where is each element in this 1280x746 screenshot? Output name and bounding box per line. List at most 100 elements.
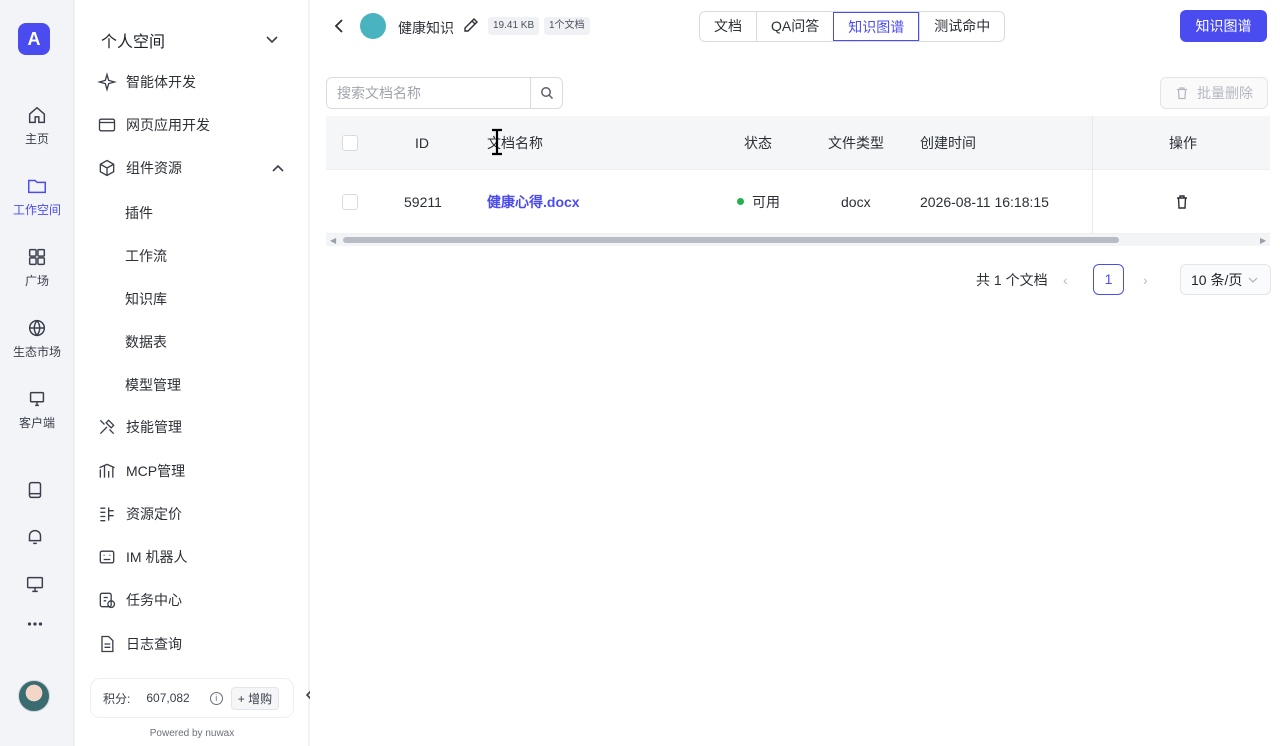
app-logo[interactable]: A (18, 23, 50, 55)
sidebar-item-im-bot[interactable]: IM 机器人 (97, 545, 187, 569)
size-tag: 19.41 KB (488, 17, 540, 35)
book-icon[interactable] (24, 479, 46, 501)
rail-item-label: 生态市场 (12, 345, 61, 359)
back-icon[interactable] (332, 18, 346, 34)
table-header: ID 文档名称 状态 文件类型 创建时间 操作 (326, 116, 1270, 170)
status-badge: 可用 (752, 193, 780, 210)
sidebar-sub-models[interactable]: 模型管理 (125, 375, 181, 395)
sparkle-icon (97, 72, 117, 92)
horizontal-scrollbar[interactable]: ◀ ▶ (326, 234, 1270, 246)
sidebar-sub-datatable[interactable]: 数据表 (125, 332, 167, 352)
cell-created: 2026-08-11 16:18:15 (920, 193, 1049, 210)
folder-icon (28, 179, 46, 194)
tab-documents[interactable]: 文档 (700, 12, 756, 41)
desktop-icon[interactable] (24, 573, 46, 595)
page-size-value: 10 条/页 (1191, 271, 1243, 288)
home-icon (28, 106, 46, 124)
text-cursor-icon (492, 128, 502, 156)
sidebar-sub-workflow[interactable]: 工作流 (125, 246, 167, 266)
credit-label: 积分: (103, 691, 131, 706)
chevron-down-icon (1248, 277, 1258, 283)
scrollbar-thumb[interactable] (343, 237, 1119, 243)
doc-count-tag: 1个文档 (544, 17, 590, 35)
rail-item-label: 主页 (24, 132, 49, 146)
rail-item-label: 广场 (24, 274, 49, 288)
page-size-select[interactable]: 10 条/页 (1180, 264, 1271, 295)
knowledge-base-icon (360, 13, 386, 39)
prev-page-icon[interactable]: ‹ (1063, 264, 1068, 296)
status-dot (737, 198, 744, 205)
info-icon[interactable]: i (209, 691, 223, 705)
tab-qa[interactable]: QA问答 (756, 12, 833, 41)
search-icon (540, 87, 553, 100)
sidebar-sub-plugins[interactable]: 插件 (125, 203, 153, 223)
search-button[interactable] (530, 78, 562, 108)
document-link[interactable]: 健康心得.docx (487, 170, 580, 233)
col-actions: 操作 (1169, 134, 1197, 151)
task-icon (99, 592, 116, 609)
grid-icon (28, 248, 46, 266)
knowledge-graph-button[interactable]: 知识图谱 (1180, 10, 1267, 42)
sidebar-item-logs[interactable]: 日志查询 (97, 632, 182, 656)
edit-icon[interactable] (463, 17, 479, 33)
delete-icon[interactable] (1175, 194, 1189, 210)
scroll-left-icon[interactable]: ◀ (330, 236, 336, 245)
tab-hit-test[interactable]: 测试命中 (919, 12, 1004, 41)
powered-by: Powered by nuwax (149, 728, 235, 739)
pricing-icon (100, 507, 114, 522)
sidebar-item-label: 日志查询 (126, 636, 182, 652)
rail-item-workspace[interactable]: 工作空间 (0, 175, 74, 218)
sidebar-item-components[interactable]: 组件资源 (97, 156, 182, 180)
tab-knowledge-graph[interactable]: 知识图谱 (833, 12, 920, 41)
sidebar-item-pricing[interactable]: 资源定价 (97, 502, 182, 526)
globe-icon (28, 319, 46, 337)
bulk-delete-button[interactable]: 批量删除 (1160, 77, 1268, 109)
col-status: 状态 (744, 134, 772, 151)
sidebar-item-tasks[interactable]: 任务中心 (97, 588, 182, 612)
sidebar-item-skills[interactable]: 技能管理 (97, 415, 182, 439)
chevron-down-icon[interactable] (265, 32, 279, 46)
credit-value: 607,082 (146, 691, 190, 705)
search-input[interactable] (327, 78, 530, 108)
select-all-checkbox[interactable] (342, 134, 358, 151)
next-page-icon[interactable]: › (1143, 264, 1148, 296)
fixed-column-divider (1092, 116, 1093, 234)
browser-icon (98, 118, 116, 132)
sidebar-sub-knowledge[interactable]: 知识库 (125, 289, 167, 309)
buy-credit-button[interactable]: + 增购 (230, 686, 280, 710)
knowledge-base-name: 健康知识 (398, 20, 454, 36)
rail-item-market[interactable]: 生态市场 (0, 317, 74, 360)
rail-item-square[interactable]: 广场 (0, 246, 74, 289)
col-type: 文件类型 (828, 134, 884, 151)
log-icon (101, 635, 114, 653)
chevron-up-icon[interactable] (271, 162, 285, 176)
search-box (326, 77, 563, 109)
sidebar-item-agent-dev[interactable]: 智能体开发 (97, 70, 196, 94)
sidebar-item-label: 技能管理 (126, 419, 182, 435)
cube-icon (99, 159, 115, 177)
space-title[interactable]: 个人空间 (101, 28, 165, 52)
bell-icon[interactable] (24, 526, 46, 548)
rail-item-label: 工作空间 (12, 203, 61, 217)
row-checkbox[interactable] (342, 193, 358, 210)
view-tabs: 文档 QA问答 知识图谱 测试命中 (699, 11, 1006, 42)
bulk-delete-label: 批量删除 (1197, 85, 1253, 101)
page-number[interactable]: 1 (1093, 264, 1124, 295)
scroll-right-icon[interactable]: ▶ (1260, 236, 1266, 245)
user-avatar[interactable] (18, 680, 50, 712)
main-panel: 健康知识 19.41 KB 1个文档 文档 QA问答 知识图谱 测试命中 知识图… (310, 0, 1280, 746)
monitor-icon (29, 391, 45, 407)
col-id: ID (415, 134, 429, 151)
documents-table: ID 文档名称 状态 文件类型 创建时间 操作 59211 健康心得.docx … (326, 116, 1270, 234)
table-row: 59211 健康心得.docx 可用 docx 2026-08-11 16:18… (326, 170, 1270, 234)
sidebar-item-web-dev[interactable]: 网页应用开发 (97, 113, 210, 137)
delete-cell (1175, 170, 1189, 233)
sidebar-item-label: 智能体开发 (126, 74, 196, 90)
sidebar-item-mcp[interactable]: MCP管理 (97, 459, 185, 483)
more-icon[interactable] (24, 613, 46, 635)
sidebar-item-label: 任务中心 (126, 592, 182, 608)
rail-item-home[interactable]: 主页 (0, 104, 74, 147)
rail-item-client[interactable]: 客户端 (0, 388, 74, 431)
pagination-total: 共 1 个文档 (976, 272, 1048, 288)
select-all-cell (342, 116, 358, 169)
